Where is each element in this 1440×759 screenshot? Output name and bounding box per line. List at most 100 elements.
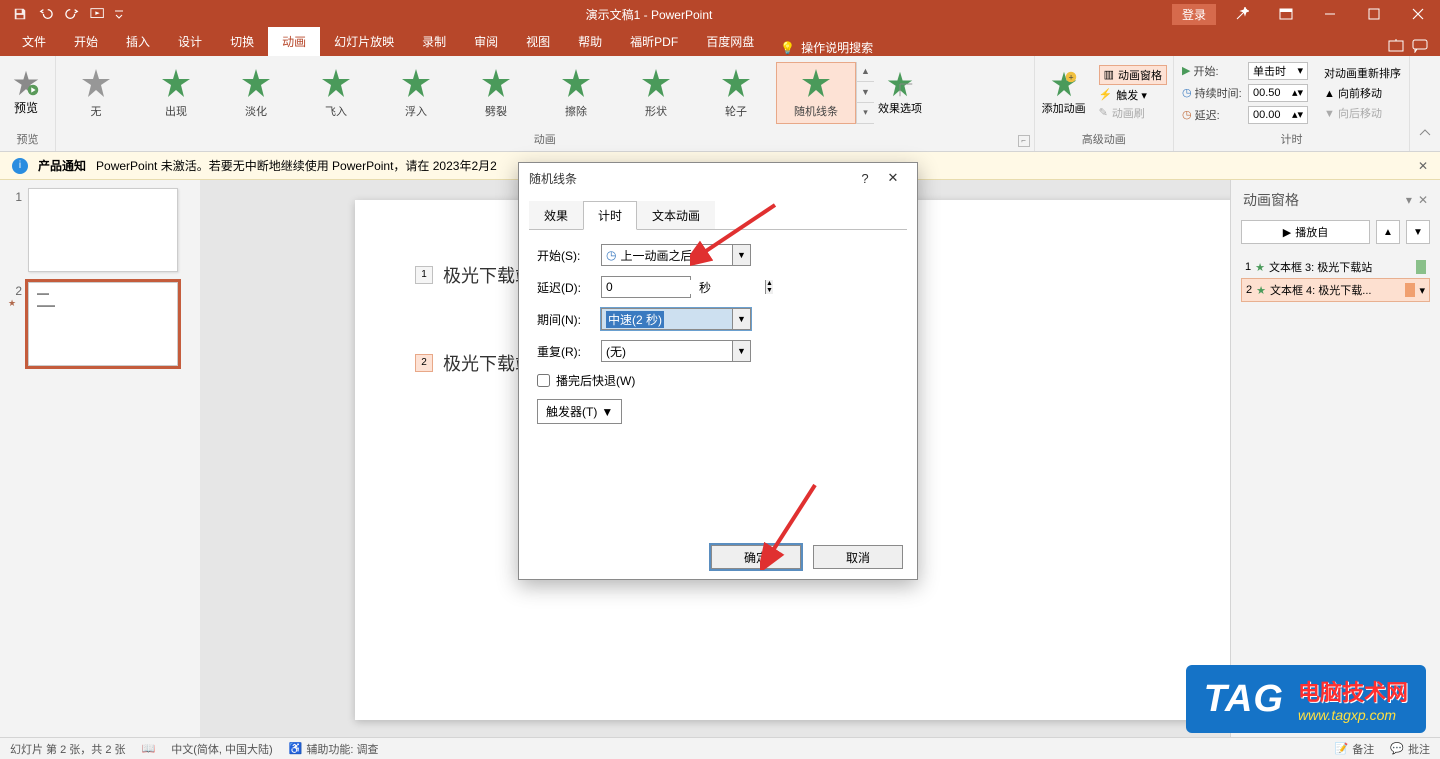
anim-order-tag[interactable]: 2: [415, 354, 433, 372]
chevron-down-icon[interactable]: ▼: [732, 309, 750, 329]
anim-list-item-1[interactable]: 1 ★ 文本框 3: 极光下载站: [1241, 256, 1430, 278]
login-button[interactable]: 登录: [1172, 4, 1216, 25]
magic-icon[interactable]: [1220, 0, 1264, 28]
timing-dialog: 随机线条 ? ✕ 效果 计时 文本动画 开始(S): ◷ 上一动画之后 ▼ 延迟…: [518, 162, 918, 580]
trigger-button[interactable]: ⚡触发 ▾: [1099, 87, 1167, 103]
ok-button[interactable]: 确定: [711, 545, 801, 569]
tab-view[interactable]: 视图: [512, 27, 564, 56]
tab-insert[interactable]: 插入: [112, 27, 164, 56]
timing-delay-input[interactable]: 00.00▴▾: [1248, 106, 1308, 124]
animation-painter-button[interactable]: ✎动画刷: [1099, 105, 1167, 121]
effect-options-label: 效果选项: [878, 100, 922, 116]
dialog-duration-select[interactable]: 中速(2 秒) ▼: [601, 308, 751, 330]
anim-wipe[interactable]: 擦除: [536, 62, 616, 124]
maximize-icon[interactable]: [1352, 0, 1396, 28]
pane-close-icon[interactable]: ✕: [1418, 193, 1428, 207]
notes-button[interactable]: 📝 备注: [1335, 741, 1375, 757]
undo-icon[interactable]: [34, 2, 58, 26]
preview-button[interactable]: 预览: [0, 69, 52, 116]
spin-up-icon[interactable]: ▲: [766, 280, 773, 287]
pane-dropdown-icon[interactable]: ▾: [1406, 193, 1412, 207]
thumb-number: 2: [8, 282, 22, 298]
tab-baidu[interactable]: 百度网盘: [692, 27, 768, 56]
anim-list-item-2[interactable]: 2 ★ 文本框 4: 极光下载... ▾: [1241, 278, 1430, 302]
add-animation-button[interactable]: + 添加动画: [1035, 70, 1093, 116]
dialog-tab-effect[interactable]: 效果: [529, 201, 583, 230]
thumbnail-2[interactable]: ▬▬ ▬▬▬: [28, 282, 178, 366]
gallery-up-icon[interactable]: ▲: [857, 62, 874, 83]
spellcheck-icon[interactable]: 📖: [142, 742, 156, 755]
watermark-url: www.tagxp.com: [1298, 707, 1408, 723]
tab-slideshow[interactable]: 幻灯片放映: [320, 27, 408, 56]
tab-animations[interactable]: 动画: [268, 27, 320, 56]
chevron-down-icon[interactable]: ▼: [732, 245, 750, 265]
cancel-button[interactable]: 取消: [813, 545, 903, 569]
anim-split[interactable]: 劈裂: [456, 62, 536, 124]
gallery-down-icon[interactable]: ▼: [857, 82, 874, 103]
dialog-repeat-label: 重复(R):: [537, 343, 593, 360]
reorder-label: 对动画重新排序: [1324, 65, 1401, 81]
animation-launcher-icon[interactable]: ⌐: [1018, 135, 1030, 147]
tab-file[interactable]: 文件: [8, 27, 60, 56]
tell-me[interactable]: 💡 操作说明搜索: [768, 39, 885, 56]
redo-icon[interactable]: [60, 2, 84, 26]
minimize-icon[interactable]: [1308, 0, 1352, 28]
anim-flyin[interactable]: 飞入: [296, 62, 376, 124]
add-animation-label: 添加动画: [1042, 100, 1086, 116]
anim-shape[interactable]: 形状: [616, 62, 696, 124]
timing-duration-label: ◷持续时间:: [1182, 85, 1242, 101]
dialog-close-icon[interactable]: ✕: [879, 170, 907, 186]
start-from-beginning-icon[interactable]: [86, 2, 110, 26]
move-earlier-button[interactable]: ▲ 向前移动: [1324, 85, 1401, 101]
dialog-delay-input[interactable]: ▲▼: [601, 276, 691, 298]
dialog-rewind-checkbox[interactable]: 播完后快退(W): [537, 372, 635, 389]
comments-icon[interactable]: [1412, 39, 1428, 56]
tell-me-label: 操作说明搜索: [801, 39, 873, 56]
anim-none[interactable]: 无: [56, 62, 136, 124]
tab-foxit[interactable]: 福昕PDF: [616, 27, 692, 56]
spin-down-icon[interactable]: ▼: [766, 287, 773, 294]
tab-home[interactable]: 开始: [60, 27, 112, 56]
tab-review[interactable]: 审阅: [460, 27, 512, 56]
dialog-tab-textanim[interactable]: 文本动画: [637, 201, 715, 230]
anim-floatin[interactable]: 浮入: [376, 62, 456, 124]
move-up-button[interactable]: ▲: [1376, 220, 1400, 244]
play-from-button[interactable]: ▶ 播放自: [1241, 220, 1370, 244]
tab-transitions[interactable]: 切换: [216, 27, 268, 56]
accessibility-button[interactable]: ♿ 辅助功能: 调查: [289, 741, 379, 757]
dialog-repeat-select[interactable]: (无) ▼: [601, 340, 751, 362]
timing-start-select[interactable]: 单击时▾: [1248, 62, 1308, 80]
tab-help[interactable]: 帮助: [564, 27, 616, 56]
item-dropdown-icon[interactable]: ▾: [1419, 284, 1425, 297]
qat-customize-icon[interactable]: [112, 2, 126, 26]
painter-icon: ✎: [1099, 106, 1108, 119]
timing-duration-input[interactable]: 00.50▴▾: [1248, 84, 1308, 102]
effect-options-button[interactable]: 效果选项: [874, 70, 926, 116]
language-status[interactable]: 中文(简体, 中国大陆): [171, 741, 272, 757]
comments-button[interactable]: 💬 批注: [1390, 741, 1430, 757]
anim-wheel[interactable]: 轮子: [696, 62, 776, 124]
gallery-more-icon[interactable]: ▾: [857, 103, 874, 124]
close-icon[interactable]: [1396, 0, 1440, 28]
collapse-ribbon-icon[interactable]: [1410, 56, 1440, 151]
save-icon[interactable]: [8, 2, 32, 26]
move-later-button[interactable]: ▼ 向后移动: [1324, 105, 1401, 121]
thumbnail-1[interactable]: [28, 188, 178, 272]
anim-randombars[interactable]: 随机线条: [776, 62, 856, 124]
move-down-button[interactable]: ▼: [1406, 220, 1430, 244]
dialog-start-select[interactable]: ◷ 上一动画之后 ▼: [601, 244, 751, 266]
tab-design[interactable]: 设计: [164, 27, 216, 56]
dialog-help-icon[interactable]: ?: [851, 171, 879, 186]
anim-order-tag[interactable]: 1: [415, 266, 433, 284]
share-icon[interactable]: [1388, 39, 1404, 56]
animation-indicator-icon[interactable]: ★: [8, 298, 22, 309]
ribbon-display-icon[interactable]: [1264, 0, 1308, 28]
chevron-down-icon[interactable]: ▼: [732, 341, 750, 361]
animation-pane-button[interactable]: ▥动画窗格: [1099, 65, 1167, 85]
tab-record[interactable]: 录制: [408, 27, 460, 56]
anim-appear[interactable]: 出现: [136, 62, 216, 124]
dialog-tab-timing[interactable]: 计时: [583, 201, 637, 230]
dialog-trigger-button[interactable]: 触发器(T) ▼: [537, 399, 622, 424]
notice-close-icon[interactable]: ✕: [1418, 159, 1428, 173]
anim-fade[interactable]: 淡化: [216, 62, 296, 124]
